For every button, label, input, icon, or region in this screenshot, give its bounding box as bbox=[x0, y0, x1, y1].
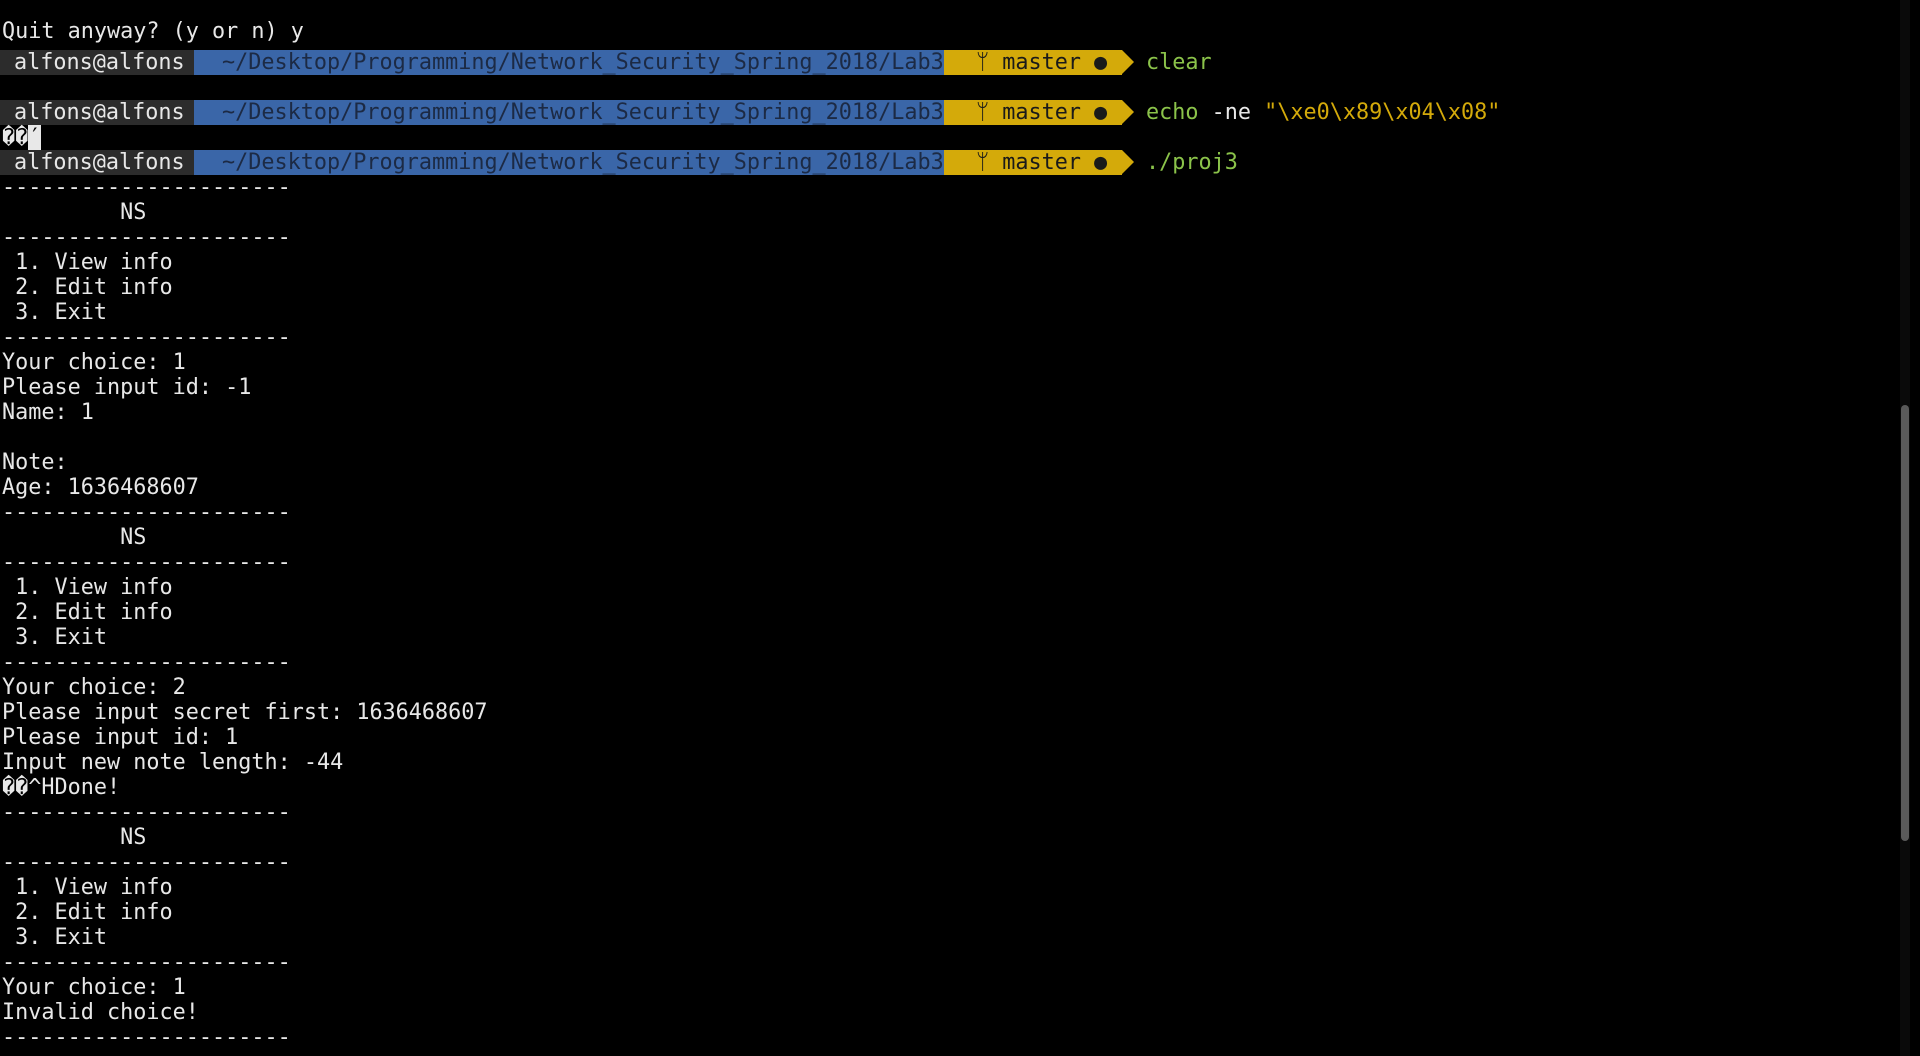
output-line: Your choice: 1 bbox=[2, 975, 186, 1000]
output-line: Please input id: 1 bbox=[2, 725, 239, 750]
output-line: 3. Exit bbox=[2, 925, 107, 950]
prompt-user: alfons@alfons bbox=[0, 150, 200, 175]
command-name: clear bbox=[1146, 50, 1212, 75]
output-line: Name: 1 bbox=[2, 400, 94, 425]
output-line: 1. View info bbox=[2, 250, 173, 275]
terminal-window[interactable]: Quit anyway? (y or n) y alfons@alfons ~/… bbox=[0, 0, 1910, 1056]
command-text: clear bbox=[1146, 50, 1212, 75]
prompt-git-branch: ᛘ master ● bbox=[944, 100, 1122, 125]
echo-output: �� bbox=[2, 125, 29, 150]
output-line: ---------------------- bbox=[2, 800, 291, 825]
output-line: 1. View info bbox=[2, 575, 173, 600]
command-string-arg: "\xe0\x89\x04\x08" bbox=[1264, 100, 1501, 125]
shell-prompt: alfons@alfons ~/Desktop/Programming/Netw… bbox=[0, 50, 1910, 75]
output-line: NS bbox=[2, 525, 147, 550]
output-line: Note: bbox=[2, 450, 68, 475]
output-line: NS bbox=[2, 200, 147, 225]
command-name: ./proj3 bbox=[1146, 150, 1238, 175]
output-line: 3. Exit bbox=[2, 300, 107, 325]
powerline-arrow-icon bbox=[1122, 50, 1134, 74]
output-line: 2. Edit info bbox=[2, 600, 173, 625]
output-line: Age: 1636468607 bbox=[2, 475, 199, 500]
output-line: ---------------------- bbox=[2, 1025, 291, 1050]
scrollbar-thumb[interactable] bbox=[1901, 405, 1909, 841]
prompt-path: ~/Desktop/Programming/Network_Security_S… bbox=[194, 50, 950, 75]
quit-confirm-line: Quit anyway? (y or n) y bbox=[2, 19, 304, 44]
command-text: ./proj3 bbox=[1146, 150, 1238, 175]
prompt-user: alfons@alfons bbox=[0, 50, 200, 75]
scrollbar-track[interactable] bbox=[1900, 0, 1910, 1056]
output-line: Please input id: -1 bbox=[2, 375, 252, 400]
output-line: 3. Exit bbox=[2, 625, 107, 650]
output-line: ---------------------- bbox=[2, 850, 291, 875]
shell-prompt: alfons@alfons ~/Desktop/Programming/Netw… bbox=[0, 150, 1910, 175]
command-flags: -ne bbox=[1198, 100, 1265, 125]
prompt-git-branch: ᛘ master ● bbox=[944, 150, 1122, 175]
output-line: Invalid choice! bbox=[2, 1000, 199, 1025]
prompt-user: alfons@alfons bbox=[0, 100, 200, 125]
output-line: ��^HDone! bbox=[2, 775, 121, 800]
command-text: echo -ne "\xe0\x89\x04\x08" bbox=[1146, 100, 1500, 125]
output-line: 1. View info bbox=[2, 875, 173, 900]
output-line: Your choice: 2 bbox=[2, 675, 186, 700]
output-line: 2. Edit info bbox=[2, 900, 173, 925]
output-line: ---------------------- bbox=[2, 325, 291, 350]
output-line: ---------------------- bbox=[2, 500, 291, 525]
output-line: ---------------------- bbox=[2, 550, 291, 575]
terminal-cursor: ′ bbox=[28, 125, 42, 150]
command-name: echo bbox=[1146, 100, 1199, 125]
prompt-git-branch: ᛘ master ● bbox=[944, 50, 1122, 75]
output-line: NS bbox=[2, 825, 147, 850]
echo-output-line: ��′ bbox=[2, 125, 41, 150]
powerline-arrow-icon bbox=[1122, 150, 1134, 174]
powerline-arrow-icon bbox=[1122, 100, 1134, 124]
output-line: ---------------------- bbox=[2, 650, 291, 675]
output-line: Input new note length: -44 bbox=[2, 750, 344, 775]
output-line: Your choice: 1 bbox=[2, 350, 186, 375]
output-line: Please input secret first: 1636468607 bbox=[2, 700, 488, 725]
shell-prompt: alfons@alfons ~/Desktop/Programming/Netw… bbox=[0, 100, 1910, 125]
output-line: ---------------------- bbox=[2, 225, 291, 250]
output-line: 2. Edit info bbox=[2, 275, 173, 300]
prompt-path: ~/Desktop/Programming/Network_Security_S… bbox=[194, 100, 950, 125]
output-line: ---------------------- bbox=[2, 175, 291, 200]
prompt-path: ~/Desktop/Programming/Network_Security_S… bbox=[194, 150, 950, 175]
output-line: ---------------------- bbox=[2, 950, 291, 975]
